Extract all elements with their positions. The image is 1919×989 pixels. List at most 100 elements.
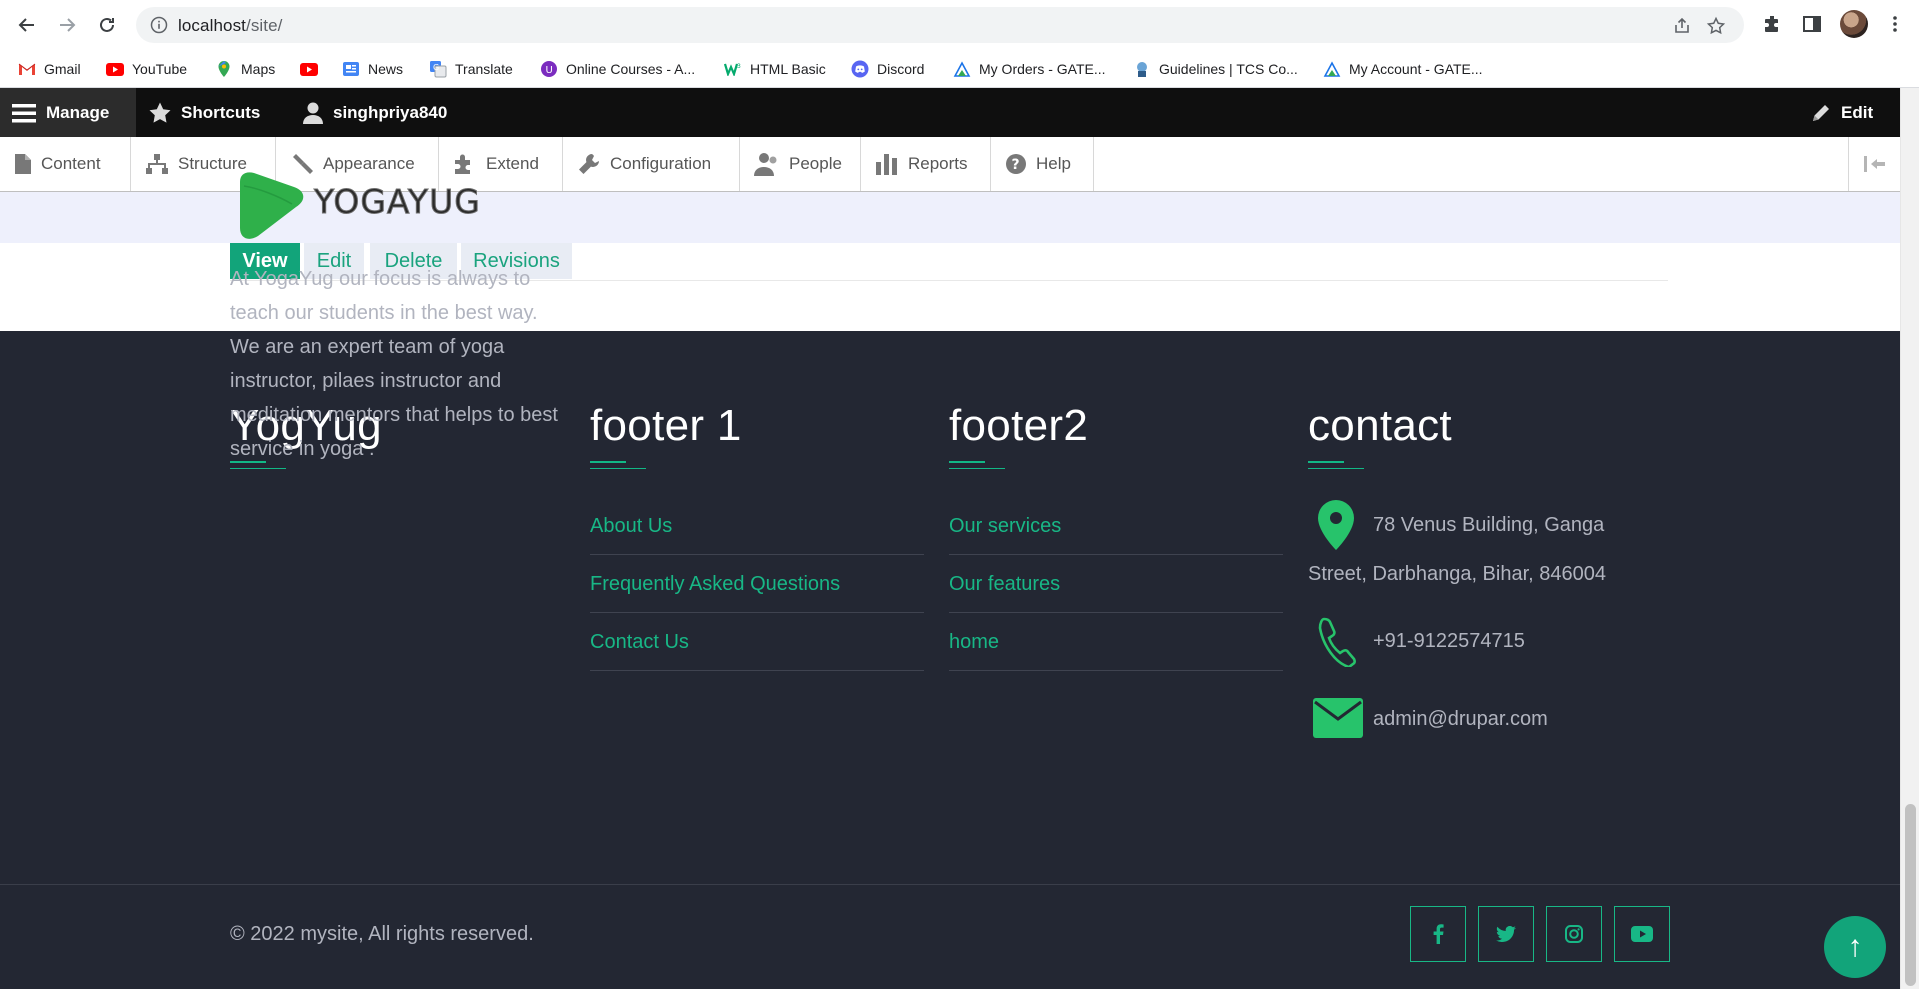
contact-phone-number[interactable]: +91-9122574715	[1373, 617, 1525, 665]
user-label: singhpriya840	[333, 102, 448, 122]
footer-link-our-services[interactable]: Our services	[949, 497, 1283, 555]
tray-item-configuration[interactable]: Configuration	[563, 137, 740, 191]
contact-address-line1: 78 Venus Building, Ganga	[1373, 514, 1605, 536]
url-text[interactable]: localhost/site/	[178, 16, 283, 36]
bookmark-label: My Account - GATE...	[1349, 61, 1483, 77]
contact-email-address[interactable]: admin@drupar.com	[1373, 695, 1548, 743]
footer-link-faq[interactable]: Frequently Asked Questions	[590, 555, 924, 613]
twitter-icon	[1496, 926, 1516, 942]
back-to-top-button[interactable]: ↑	[1824, 916, 1886, 978]
manage-button[interactable]: Manage	[0, 88, 136, 137]
footer-link-our-features[interactable]: Our features	[949, 555, 1283, 613]
gmail-icon	[18, 60, 36, 78]
social-facebook-button[interactable]	[1410, 906, 1466, 962]
pencil-icon	[1813, 104, 1829, 121]
bookmark-label: Guidelines | TCS Co...	[1159, 61, 1298, 77]
tray-item-help[interactable]: ? Help	[991, 137, 1094, 191]
address-bar[interactable]: localhost/site/	[136, 7, 1744, 43]
bookmark-translate[interactable]: G Translate	[429, 57, 513, 81]
arrow-left-icon	[18, 18, 34, 32]
bookmark-gmail[interactable]: Gmail	[18, 57, 81, 81]
bar-chart-icon	[876, 154, 897, 175]
tray-item-label: Extend	[486, 154, 539, 173]
footer-col2-title: footer 1	[590, 401, 742, 450]
bookmark-discord[interactable]: Discord	[851, 57, 924, 81]
question-icon: ?	[1006, 154, 1026, 174]
scrollbar-thumb[interactable]	[1905, 804, 1916, 986]
gate-icon	[953, 60, 971, 78]
tray-item-label: Content	[41, 154, 101, 173]
bookmark-online-courses[interactable]: U Online Courses - A...	[540, 57, 695, 81]
bookmark-label: Translate	[455, 61, 513, 77]
sitemap-icon	[146, 154, 168, 174]
footer-col4-title: contact	[1308, 401, 1452, 450]
url-host: localhost	[178, 16, 246, 35]
bookmark-my-orders[interactable]: My Orders - GATE...	[953, 57, 1106, 81]
contact-address-line2: Street, Darbhanga, Bihar, 846004	[1308, 563, 1606, 585]
bookmark-youtube-2[interactable]	[300, 57, 326, 81]
bookmark-html-basic[interactable]: 3 HTML Basic	[724, 57, 826, 81]
footer-col3-title: footer2	[949, 401, 1089, 450]
social-youtube-button[interactable]	[1614, 906, 1670, 962]
yogayug-logo: YOGAYUG	[234, 170, 484, 248]
edit-mode-button[interactable]: Edit	[1810, 88, 1873, 137]
edit-mode-label: Edit	[1841, 102, 1874, 122]
tray-collapse-button[interactable]	[1848, 137, 1900, 191]
info-icon[interactable]	[150, 16, 168, 34]
back-button[interactable]	[14, 12, 40, 38]
logo-wordmark: YOGAYUG	[314, 182, 481, 222]
admin-toolbar: Manage Shortcuts singhpriya840 Edit	[0, 88, 1900, 137]
tray-item-content[interactable]: Content	[0, 137, 131, 191]
social-instagram-button[interactable]	[1546, 906, 1602, 962]
phone-icon	[1318, 617, 1356, 667]
user-button[interactable]: singhpriya840	[302, 88, 447, 137]
wrench-icon	[579, 154, 599, 174]
tray-item-people[interactable]: People	[740, 137, 861, 191]
footer-about-text: At YogaYug our focus is always to teach …	[230, 268, 558, 460]
shortcuts-label: Shortcuts	[181, 102, 261, 122]
footer-col2-underline	[590, 461, 646, 471]
youtube-icon	[106, 60, 124, 78]
bookmark-label: Gmail	[44, 61, 81, 77]
tray-item-label: People	[789, 154, 842, 173]
extensions-icon[interactable]	[1762, 13, 1784, 35]
social-twitter-button[interactable]	[1478, 906, 1534, 962]
tray-item-label: Reports	[908, 154, 968, 173]
bookmark-my-account[interactable]: My Account - GATE...	[1323, 57, 1483, 81]
bookmark-news[interactable]: News	[342, 57, 403, 81]
share-icon[interactable]	[1672, 16, 1692, 36]
tray-item-reports[interactable]: Reports	[861, 137, 991, 191]
footer-link-home[interactable]: home	[949, 613, 1283, 671]
reload-button[interactable]	[94, 12, 120, 38]
arrow-right-icon	[60, 18, 76, 32]
footer-link-about-us[interactable]: About Us	[590, 497, 924, 555]
collapse-left-icon	[1863, 156, 1885, 172]
reload-icon	[100, 17, 114, 32]
footer-col4-underline	[1308, 461, 1364, 471]
courses-icon: U	[540, 60, 558, 78]
shortcuts-button[interactable]: Shortcuts	[148, 88, 260, 137]
url-path: /site/	[246, 16, 283, 35]
bookmark-label: My Orders - GATE...	[979, 61, 1106, 77]
bookmark-youtube[interactable]: YouTube	[106, 57, 187, 81]
bookmark-guidelines[interactable]: Guidelines | TCS Co...	[1133, 57, 1298, 81]
news-icon	[342, 60, 360, 78]
more-menu-icon[interactable]	[1884, 13, 1906, 35]
svg-text:?: ?	[1012, 157, 1020, 173]
user-icon	[303, 102, 323, 124]
tray-item-label: Help	[1036, 154, 1071, 173]
gate-icon	[1323, 60, 1341, 78]
manage-label: Manage	[46, 102, 110, 122]
footer-link-contact-us[interactable]: Contact Us	[590, 613, 924, 671]
side-panel-icon[interactable]	[1801, 13, 1823, 35]
page-scrollbar[interactable]	[1900, 88, 1919, 989]
profile-avatar[interactable]	[1840, 10, 1868, 38]
forward-button[interactable]	[54, 12, 80, 38]
svg-text:G: G	[433, 63, 439, 72]
bookmark-maps[interactable]: Maps	[215, 57, 275, 81]
map-pin-icon	[1318, 500, 1354, 550]
browser-top-bar: localhost/site/	[0, 0, 1919, 50]
youtube-icon	[1631, 926, 1653, 942]
instagram-icon	[1565, 925, 1583, 943]
star-icon[interactable]	[1706, 16, 1726, 36]
